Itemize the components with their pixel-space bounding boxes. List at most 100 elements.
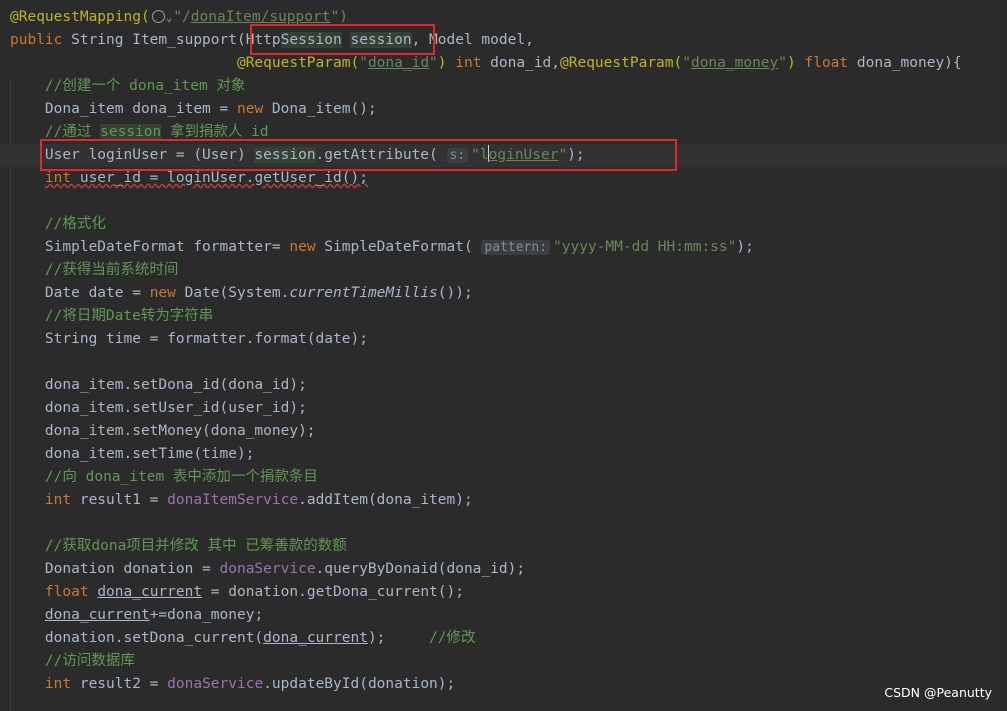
code-line[interactable]: //将日期Date转为字符串 <box>0 305 1007 328</box>
code-token: public <box>10 32 72 48</box>
code-token: Dona_item(); <box>271 101 377 117</box>
code-token: donaService <box>167 676 264 692</box>
code-line[interactable]: dona_item.setUser_id(user_id); <box>0 397 1007 420</box>
code-token: Item_support <box>132 32 237 48</box>
code-line[interactable] <box>0 512 1007 535</box>
code-token: //格式化 <box>10 216 106 232</box>
code-token: Donation donation = <box>10 561 220 577</box>
code-token: ); <box>736 239 754 255</box>
code-token: +=dona_money; <box>149 607 264 623</box>
code-line[interactable]: //获得当前系统时间 <box>0 259 1007 282</box>
code-line[interactable]: int user_id = loginUser.getUser_id(); <box>0 167 1007 190</box>
code-line-content: //访问数据库 <box>10 650 135 673</box>
code-line-content: SimpleDateFormat formatter= new SimpleDa… <box>10 236 754 259</box>
code-token: ()); <box>437 285 473 301</box>
code-token: int <box>455 55 491 71</box>
code-line-content: //获得当前系统时间 <box>10 259 178 282</box>
code-line[interactable]: Donation donation = donaService.queryByD… <box>0 558 1007 581</box>
code-line[interactable]: SimpleDateFormat formatter= new SimpleDa… <box>0 236 1007 259</box>
code-token: ) <box>787 55 805 71</box>
code-token: float <box>804 55 857 71</box>
code-token: dona_money){ <box>856 55 962 71</box>
code-line[interactable]: String time = formatter.format(date); <box>0 328 1007 351</box>
code-token: Session <box>280 32 342 48</box>
code-line-content: String time = formatter.format(date); <box>10 328 368 351</box>
code-token: @RequestParam( <box>560 55 683 71</box>
code-token: oginUser <box>488 147 559 163</box>
code-token: //访问数据库 <box>10 653 135 669</box>
code-token: donation.setDona_current( <box>10 630 264 646</box>
code-line[interactable]: dona_current+=dona_money; <box>0 604 1007 627</box>
code-token: dona_current <box>97 584 203 600</box>
code-line-content: donation.setDona_current(dona_current); … <box>10 627 476 650</box>
code-token: currentTimeMillis <box>289 285 438 301</box>
code-line[interactable]: int result1 = donaItemService.addItem(do… <box>0 489 1007 512</box>
code-token: //将日期Date转为字符串 <box>10 308 214 324</box>
code-editor[interactable]: @RequestMapping(⌄"/donaItem/support") pub… <box>0 0 1007 711</box>
code-token: ); <box>367 630 430 646</box>
code-token: String <box>71 32 133 48</box>
code-token: dona_money <box>690 55 779 71</box>
code-line[interactable]: dona_item.setTime(time); <box>0 443 1007 466</box>
code-line[interactable]: //创建一个 dona_item 对象 <box>0 75 1007 98</box>
code-line[interactable]: public String Item_support(HttpSession s… <box>0 29 1007 52</box>
code-token: user_id = loginUser.getUser_id(); <box>79 170 368 186</box>
code-token: Date(System. <box>184 285 290 301</box>
code-line-content: //获取dona项目并修改 其中 已筹善款的数额 <box>10 535 347 558</box>
code-token: //修改 <box>429 630 476 646</box>
code-line[interactable]: @RequestMapping(⌄"/donaItem/support") <box>0 6 1007 29</box>
code-line[interactable]: //向 dona_item 表中添加一个捐款条目 <box>0 466 1007 489</box>
code-token: dona_id, <box>490 55 561 71</box>
code-token: donaItem/support <box>190 9 331 25</box>
code-line-content: dona_item.setMoney(dona_money); <box>10 420 316 443</box>
code-line[interactable]: //获取dona项目并修改 其中 已筹善款的数额 <box>0 535 1007 558</box>
code-line-content: int user_id = loginUser.getUser_id(); <box>10 167 368 190</box>
code-line[interactable]: //格式化 <box>0 213 1007 236</box>
code-line[interactable]: //访问数据库 <box>0 650 1007 673</box>
code-line[interactable] <box>0 190 1007 213</box>
code-line[interactable]: User loginUser = (User) session.getAttri… <box>0 144 1007 167</box>
code-line[interactable]: dona_item.setMoney(dona_money); <box>0 420 1007 443</box>
code-token: User loginUser = (User) <box>10 147 255 163</box>
code-line[interactable]: donation.setDona_current(dona_current); … <box>0 627 1007 650</box>
code-token: " <box>682 55 691 71</box>
code-token: " <box>429 55 438 71</box>
code-token: result2 = <box>79 676 168 692</box>
code-line[interactable] <box>0 351 1007 374</box>
parameter-hint: s: <box>446 148 469 163</box>
code-token: int <box>44 492 80 508</box>
code-line-content: @RequestParam("dona_id") int dona_id,@Re… <box>10 52 962 75</box>
code-line-content: public String Item_support(HttpSession s… <box>10 29 534 52</box>
code-line[interactable]: float dona_current = donation.getDona_cu… <box>0 581 1007 604</box>
code-line[interactable]: //通过 session 拿到捐款人 id <box>0 121 1007 144</box>
code-token: int <box>44 170 80 186</box>
code-line[interactable]: Dona_item dona_item = new Dona_item(); <box>0 98 1007 121</box>
code-token: "yyyy-MM-dd HH:mm:ss" <box>553 239 737 255</box>
code-token: new <box>236 101 272 117</box>
code-token: Dona_item dona_item = <box>10 101 237 117</box>
code-line-content: //将日期Date转为字符串 <box>10 305 213 328</box>
code-token: //获取dona项目并修改 其中 已筹善款的数额 <box>10 538 347 554</box>
code-line[interactable]: dona_item.setDona_id(dona_id); <box>0 374 1007 397</box>
code-token: SimpleDateFormat( <box>324 239 482 255</box>
code-token: .addItem(dona_item); <box>298 492 473 508</box>
code-token: session <box>254 147 316 163</box>
code-line[interactable]: @RequestParam("dona_id") int dona_id,@Re… <box>0 52 1007 75</box>
code-line-content: @RequestMapping(⌄"/donaItem/support") <box>10 6 348 29</box>
code-token: Date date = <box>10 285 150 301</box>
code-token: //向 dona_item 表中添加一个捐款条目 <box>10 469 318 485</box>
code-token: dona_item.setTime(time); <box>10 446 255 462</box>
globe-icon[interactable] <box>151 10 165 23</box>
chevron-down-icon[interactable]: ⌄ <box>166 11 173 24</box>
code-line-content: Date date = new Date(System.currentTimeM… <box>10 282 473 305</box>
code-line[interactable]: Date date = new Date(System.currentTimeM… <box>0 282 1007 305</box>
code-token: Http <box>245 32 281 48</box>
code-token: , Model model, <box>411 32 534 48</box>
code-token: dona_current <box>263 630 368 646</box>
code-token: .updateById(donation); <box>263 676 456 692</box>
code-token: new <box>289 239 325 255</box>
code-line[interactable]: int result2 = donaService.updateById(don… <box>0 673 1007 696</box>
